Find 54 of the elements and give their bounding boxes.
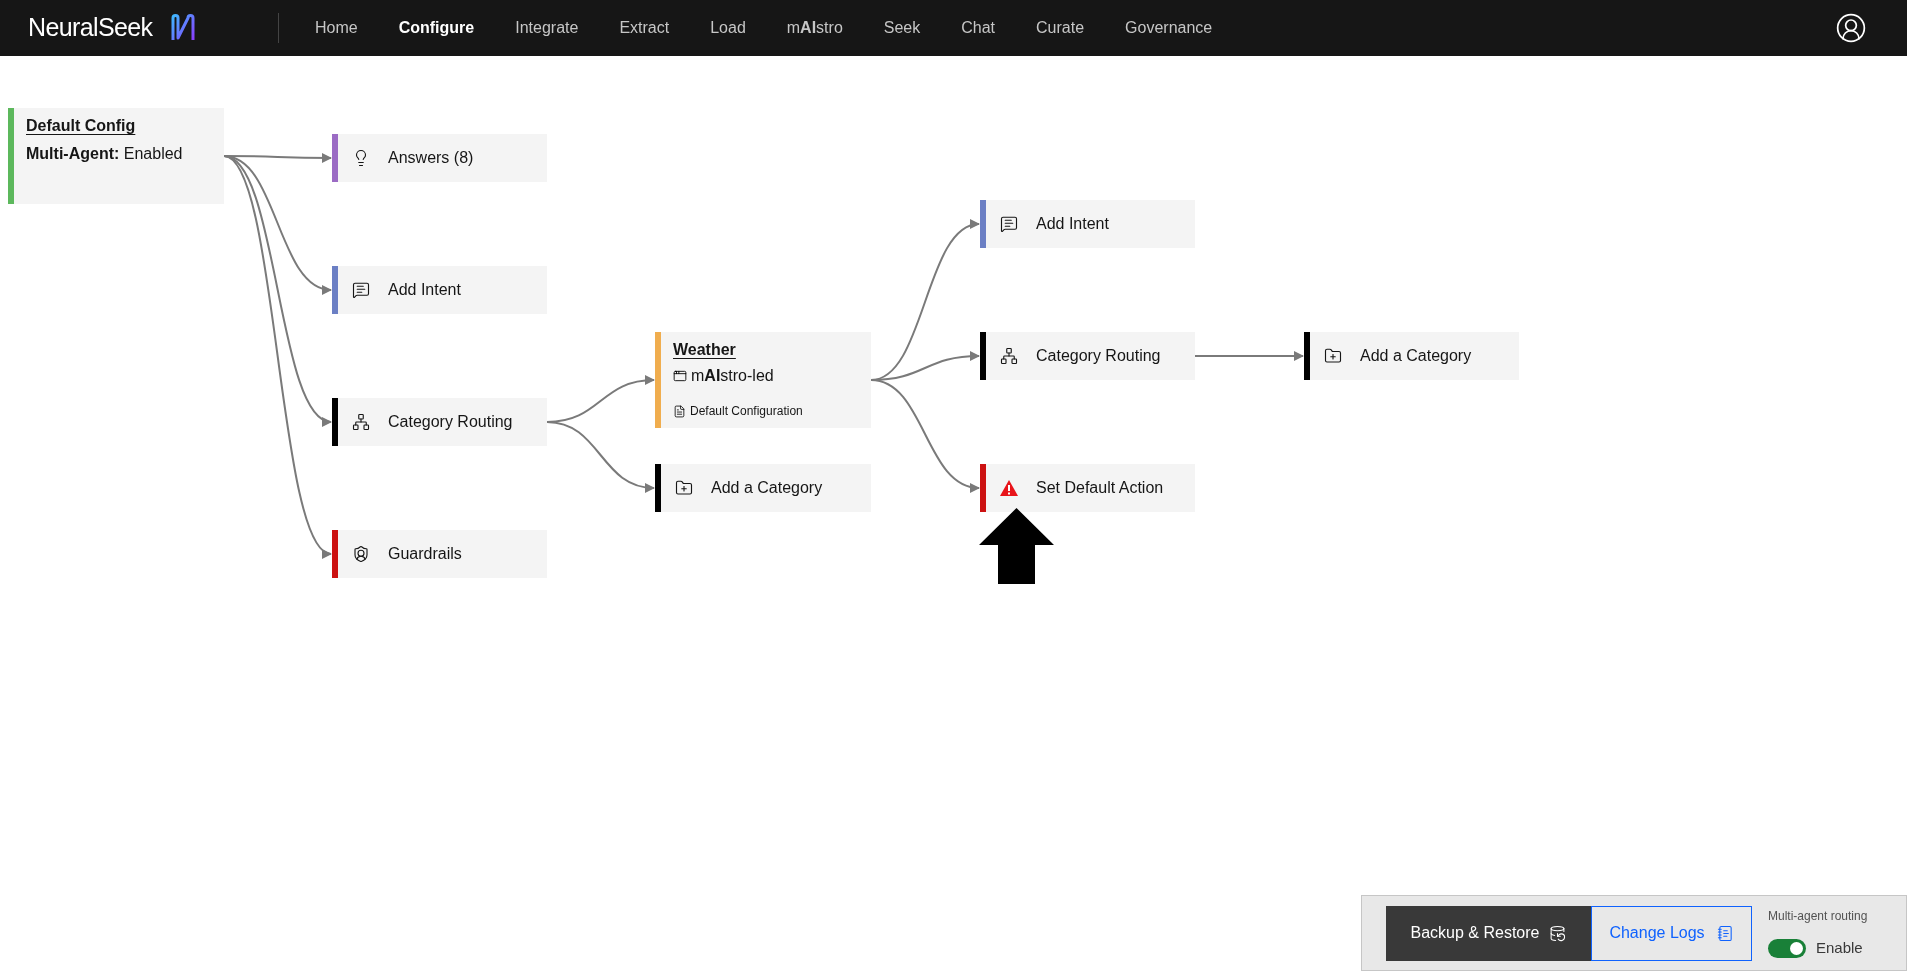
node-label: Answers (8) — [388, 148, 474, 168]
toggle-label: Enable — [1816, 937, 1863, 958]
flow-node[interactable]: Answers (8) — [332, 134, 547, 182]
config-node[interactable]: Weather mAIstro-led Default Configuration — [655, 332, 871, 428]
chat-icon — [1000, 215, 1018, 233]
node-title[interactable]: Default Config — [26, 114, 136, 138]
nav-link[interactable]: Extract — [619, 16, 670, 40]
change-logs-button[interactable]: Change Logs — [1591, 905, 1752, 961]
node-label: Add a Category — [711, 478, 823, 498]
document-icon — [673, 404, 686, 418]
nav-link[interactable]: Governance — [1125, 16, 1213, 40]
logo-text[interactable]: NeuralSeek — [28, 9, 153, 47]
flow-node[interactable]: Category Routing — [980, 332, 1195, 380]
folder-plus-icon — [1324, 347, 1342, 365]
nav-link[interactable]: Seek — [883, 16, 921, 40]
flow-node[interactable]: Add Intent — [332, 266, 547, 314]
nav-link[interactable]: Home — [315, 16, 358, 40]
toggle-switch[interactable] — [1768, 938, 1806, 958]
node-label: Add a Category — [1360, 346, 1472, 366]
hierarchy-icon — [1000, 347, 1018, 365]
node-label: Guardrails — [388, 544, 462, 564]
flow-node[interactable]: Add Intent — [980, 200, 1195, 248]
backup-icon — [1549, 924, 1567, 942]
node-detail: mAIstro-led — [691, 366, 774, 386]
workflow-icon — [673, 369, 687, 383]
toggle-group-label: Multi-agent routing — [1768, 907, 1868, 925]
warning-icon — [1000, 480, 1018, 496]
nav-link[interactable]: mAIstro — [786, 16, 843, 40]
chat-icon — [352, 281, 370, 299]
nav-link[interactable]: Chat — [961, 16, 996, 40]
node-title[interactable]: Weather — [673, 338, 736, 362]
node-label: Add Intent — [1036, 214, 1109, 234]
nav-link[interactable]: Configure — [398, 16, 475, 40]
shield-user-icon — [352, 545, 370, 563]
flow-node[interactable]: Guardrails — [332, 530, 547, 578]
nav-link[interactable]: Integrate — [515, 16, 579, 40]
node-label: Add Intent — [388, 280, 461, 300]
node-label: Category Routing — [388, 412, 513, 432]
flow-node[interactable]: Add a Category — [655, 464, 871, 512]
hierarchy-icon — [352, 413, 370, 431]
folder-plus-icon — [675, 479, 693, 497]
node-detail: Multi-Agent: Enabled — [26, 144, 183, 164]
nav-link[interactable]: Load — [710, 16, 746, 40]
node-label: Category Routing — [1036, 346, 1161, 366]
user-avatar-icon[interactable] — [1835, 12, 1867, 44]
node-label: Set Default Action — [1036, 478, 1164, 498]
flow-node[interactable]: Set Default Action — [980, 464, 1195, 512]
log-list-icon — [1716, 924, 1734, 942]
nav-link[interactable]: Curate — [1036, 16, 1085, 40]
flow-node[interactable]: Add a Category — [1304, 332, 1519, 380]
node-note: Default Configuration — [690, 403, 803, 420]
config-node[interactable]: Default Config Multi-Agent: Enabled — [8, 108, 224, 204]
backup-restore-button[interactable]: Backup & Restore — [1386, 905, 1591, 961]
flow-node[interactable]: Category Routing — [332, 398, 547, 446]
